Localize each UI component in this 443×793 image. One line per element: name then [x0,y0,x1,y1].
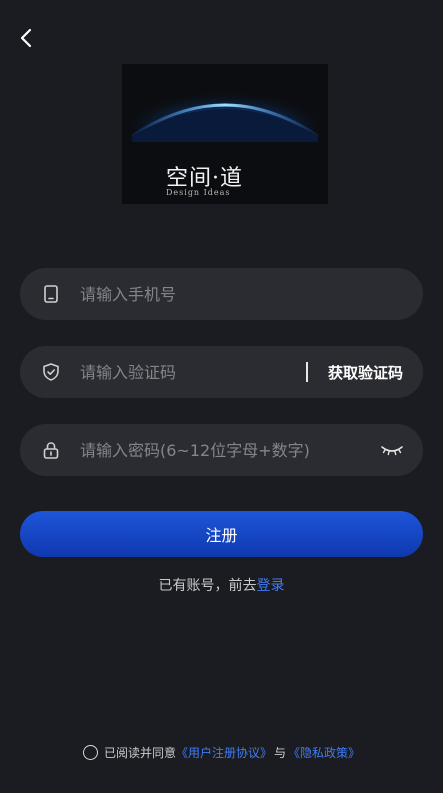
agreement-connector: 与 [274,746,287,760]
app-logo: 空间·道 Design Ideas [122,64,328,204]
lock-icon [39,438,63,462]
agreement-prefix: 已阅读并同意 [103,746,176,760]
phone-field [20,268,423,320]
logo-subtitle: Design Ideas [166,188,231,197]
verification-code-input[interactable] [80,362,306,382]
phone-input[interactable] [80,284,423,304]
privacy-policy-link[interactable]: 《隐私政策》 [288,744,360,761]
shield-check-icon [39,360,63,384]
get-code-button[interactable]: 获取验证码 [328,362,403,383]
back-button[interactable] [12,24,40,52]
verification-code-field: 获取验证码 [20,346,423,398]
phone-icon [39,282,63,306]
user-agreement-link[interactable]: 《用户注册协议》 [176,744,272,761]
eye-closed-icon[interactable] [379,440,405,460]
agreement-row: 已阅读并同意 《用户注册协议》 与 《隐私政策》 [0,744,443,761]
field-divider [305,362,308,382]
agree-radio[interactable] [82,745,98,760]
login-prompt: 已有账号，前去登录 [0,575,443,595]
login-link[interactable]: 登录 [257,578,285,594]
password-input[interactable] [80,440,379,460]
chevron-left-icon [20,28,32,48]
login-prompt-text: 已有账号，前去 [158,578,257,594]
register-button[interactable]: 注册 [20,511,423,557]
password-field [20,424,423,476]
